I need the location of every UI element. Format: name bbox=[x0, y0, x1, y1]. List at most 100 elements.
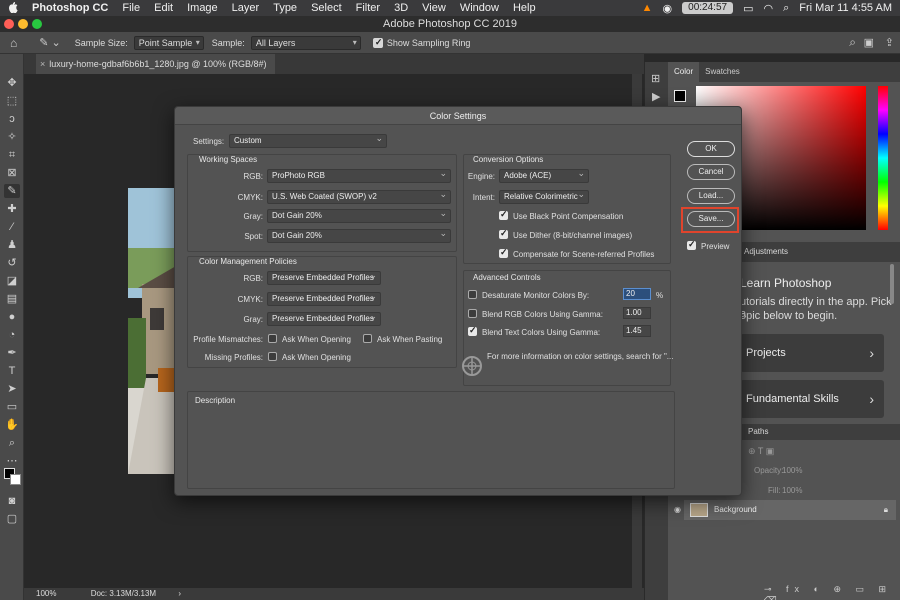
hue-slider[interactable] bbox=[878, 86, 888, 230]
learn-card-projects[interactable]: Projects › bbox=[740, 334, 884, 372]
share-icon[interactable]: ⇪ bbox=[885, 36, 894, 49]
tab-swatches[interactable]: Swatches bbox=[699, 62, 746, 82]
desaturate-amount-field[interactable]: 20 bbox=[623, 288, 651, 300]
menu-help[interactable]: Help bbox=[513, 2, 536, 14]
ws-gray-select[interactable]: Dot Gain 20% bbox=[267, 207, 451, 223]
menu-select[interactable]: Select bbox=[311, 2, 342, 14]
screen-mode-icon[interactable]: ▢ bbox=[4, 512, 20, 526]
home-icon[interactable]: ⌂ bbox=[10, 36, 17, 50]
lasso-tool-icon[interactable]: ↄ bbox=[4, 112, 20, 126]
compensate-scene-referred-checkbox[interactable] bbox=[499, 247, 508, 258]
move-tool-icon[interactable]: ✥ bbox=[4, 76, 20, 90]
eyedropper-tool-icon[interactable]: ✎ bbox=[4, 184, 20, 198]
mismatch-ask-pasting-checkbox[interactable] bbox=[363, 334, 372, 343]
blend-rgb-gamma-checkbox[interactable] bbox=[468, 309, 477, 318]
learn-card-fundamental-skills[interactable]: Fundamental Skills › bbox=[740, 380, 884, 418]
fill-field[interactable]: 100% bbox=[782, 486, 802, 495]
lock-icon[interactable]: 🔒︎ bbox=[884, 500, 888, 520]
learn-scrollbar[interactable] bbox=[890, 264, 894, 304]
healing-brush-tool-icon[interactable]: ✚ bbox=[4, 202, 20, 216]
show-sampling-ring-checkbox[interactable] bbox=[372, 37, 383, 48]
engine-select[interactable]: Adobe (ACE) bbox=[499, 167, 589, 183]
wifi-icon[interactable]: ◠ bbox=[764, 2, 774, 15]
quick-mask-icon[interactable]: ◙ bbox=[4, 494, 20, 508]
menu-type[interactable]: Type bbox=[273, 2, 297, 14]
search-icon[interactable]: ⌕ bbox=[849, 35, 856, 50]
eye-icon[interactable]: ◉ bbox=[674, 500, 681, 520]
fg-color-swatch[interactable] bbox=[674, 90, 686, 102]
doc-info[interactable]: Doc: 3.13M/3.13M bbox=[91, 589, 156, 598]
menu-edit[interactable]: Edit bbox=[154, 2, 173, 14]
quick-select-tool-icon[interactable]: ✧ bbox=[4, 130, 20, 144]
timer-display[interactable]: 00:24:57 bbox=[682, 2, 734, 14]
crop-tool-icon[interactable]: ⌗ bbox=[4, 148, 20, 162]
zoom-tool-icon[interactable]: ⌕ bbox=[4, 436, 20, 450]
history-brush-tool-icon[interactable]: ↺ bbox=[4, 256, 20, 270]
app-menu-photoshop[interactable]: Photoshop CC bbox=[32, 2, 108, 14]
layer-row-background[interactable]: ◉ Background 🔒︎ bbox=[674, 500, 896, 520]
missing-ask-opening-checkbox[interactable] bbox=[268, 352, 277, 361]
close-window-button[interactable] bbox=[4, 19, 14, 29]
opacity-field[interactable]: 100% bbox=[782, 466, 802, 475]
ok-button[interactable]: OK bbox=[687, 141, 735, 157]
policy-cmyk-select[interactable]: Preserve Embedded Profiles bbox=[267, 290, 381, 306]
document-image[interactable] bbox=[128, 188, 176, 474]
frame-tool-icon[interactable]: ⊠ bbox=[4, 166, 20, 180]
menu-3d[interactable]: 3D bbox=[394, 2, 408, 14]
tab-color[interactable]: Color bbox=[668, 62, 700, 82]
eyedropper-tool-preset-icon[interactable]: ✎ ⌄ bbox=[39, 36, 61, 49]
sample-size-select[interactable]: Point Sample bbox=[133, 35, 204, 50]
use-dither-checkbox[interactable] bbox=[499, 228, 508, 239]
document-tab[interactable]: × luxury-home-gdbaf6b6b1_1280.jpg @ 100% … bbox=[36, 54, 275, 74]
policy-rgb-select[interactable]: Preserve Embedded Profiles bbox=[267, 269, 381, 285]
marquee-tool-icon[interactable]: ⬚ bbox=[4, 94, 20, 108]
gradient-tool-icon[interactable]: ▤ bbox=[4, 292, 20, 306]
settings-select[interactable]: Custom bbox=[229, 132, 387, 148]
datetime[interactable]: Fri Mar 11 4:55 AM bbox=[799, 2, 892, 14]
cancel-button[interactable]: Cancel bbox=[687, 164, 735, 180]
history-panel-icon[interactable]: ⊞ bbox=[651, 72, 660, 85]
ws-rgb-select[interactable]: ProPhoto RGB bbox=[267, 167, 451, 183]
mismatch-ask-opening-checkbox[interactable] bbox=[268, 334, 277, 343]
menu-view[interactable]: View bbox=[422, 2, 446, 14]
intent-select[interactable]: Relative Colorimetric bbox=[499, 188, 589, 204]
battery-icon[interactable]: ▭ bbox=[743, 2, 753, 15]
background-color-swatch[interactable] bbox=[10, 474, 21, 485]
more-tools-icon[interactable]: ⋯ bbox=[4, 454, 20, 468]
hand-tool-icon[interactable]: ✋ bbox=[4, 418, 20, 432]
minimize-window-button[interactable] bbox=[18, 19, 28, 29]
menu-layer[interactable]: Layer bbox=[232, 2, 260, 14]
pen-tool-icon[interactable]: ✒ bbox=[4, 346, 20, 360]
clone-stamp-tool-icon[interactable]: ♟ bbox=[4, 238, 20, 252]
menu-filter[interactable]: Filter bbox=[356, 2, 380, 14]
menu-image[interactable]: Image bbox=[187, 2, 218, 14]
menu-file[interactable]: File bbox=[122, 2, 140, 14]
blend-text-gamma-checkbox[interactable] bbox=[468, 325, 477, 336]
status-menu-chevron-icon[interactable]: › bbox=[178, 589, 181, 598]
dodge-tool-icon[interactable]: ◔ bbox=[4, 328, 20, 342]
path-selection-tool-icon[interactable]: ➤ bbox=[4, 382, 20, 396]
load-button[interactable]: Load... bbox=[687, 188, 735, 204]
policy-gray-select[interactable]: Preserve Embedded Profiles bbox=[267, 310, 381, 326]
eraser-tool-icon[interactable]: ◪ bbox=[4, 274, 20, 288]
zoom-window-button[interactable] bbox=[32, 19, 42, 29]
type-tool-icon[interactable]: T bbox=[4, 364, 20, 378]
desaturate-checkbox[interactable] bbox=[468, 290, 477, 299]
record-icon[interactable]: ◉ bbox=[663, 2, 673, 15]
menu-window[interactable]: Window bbox=[460, 2, 499, 14]
brush-tool-icon[interactable]: ⁄ bbox=[4, 220, 20, 234]
ws-cmyk-select[interactable]: U.S. Web Coated (SWOP) v2 bbox=[267, 188, 451, 204]
blend-text-gamma-field[interactable]: 1.45 bbox=[623, 325, 651, 337]
blend-rgb-gamma-field[interactable]: 1.00 bbox=[623, 307, 651, 319]
close-tab-icon[interactable]: × bbox=[40, 59, 45, 69]
vlc-icon[interactable]: ▲ bbox=[642, 2, 653, 14]
apple-icon[interactable] bbox=[8, 1, 22, 16]
search-icon[interactable]: ⌕ bbox=[783, 2, 789, 15]
blur-tool-icon[interactable]: ● bbox=[4, 310, 20, 324]
ws-spot-select[interactable]: Dot Gain 20% bbox=[267, 227, 451, 243]
rectangle-tool-icon[interactable]: ▭ bbox=[4, 400, 20, 414]
workspace-icon[interactable]: ▣ bbox=[864, 36, 874, 49]
sample-select[interactable]: All Layers bbox=[250, 35, 361, 50]
black-point-compensation-checkbox[interactable] bbox=[499, 209, 508, 220]
zoom-level[interactable]: 100% bbox=[36, 589, 56, 598]
